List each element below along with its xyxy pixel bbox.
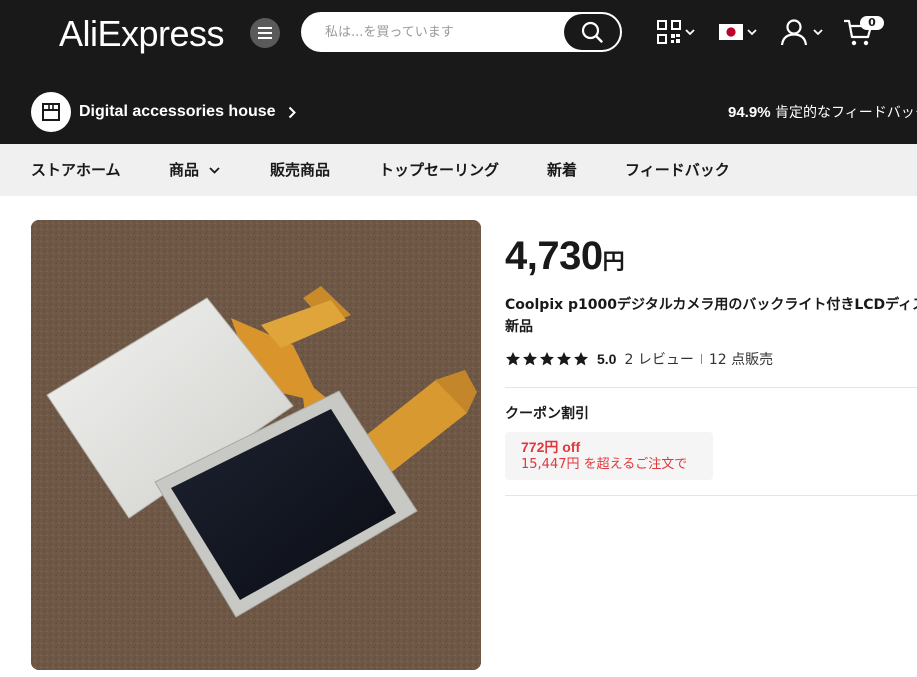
rating-score: 5.0 [597,351,617,367]
category-menu-button[interactable] [250,18,280,48]
japan-flag-icon [719,24,743,40]
product-image[interactable] [31,220,481,670]
coupon-condition: 15,447円 を超えるご注文で [521,457,688,472]
chevron-down-icon [685,28,695,35]
price-currency: 円 [602,250,625,275]
store-logo[interactable] [31,92,71,132]
star-rating [505,351,589,367]
chevron-down-icon [209,166,220,174]
chevron-down-icon [813,28,823,35]
nav-products[interactable]: 商品 [169,144,220,196]
language-selector[interactable] [719,24,757,40]
sold-count: 12 点販売 [708,352,774,368]
qr-code-menu[interactable] [657,20,695,44]
coupon-chip[interactable]: 772円 off 15,447円 を超えるご注文で [505,432,713,480]
rating-row: 5.0 2 レビュー 12 点販売 [505,349,773,369]
section-divider [505,387,917,388]
search-input[interactable] [325,14,555,50]
coupon-discount: 772円 off [521,439,581,455]
lcd-screen-photo [31,220,481,670]
top-header: AliExpress 私は...を買っています 0 Digital access… [0,0,917,144]
store-name-link[interactable]: Digital accessories house [79,102,296,122]
qr-code-icon [657,20,681,44]
user-icon [780,19,808,46]
star-icon [574,352,588,366]
star-icon [540,352,554,366]
hamburger-icon [258,27,272,39]
search-bar [301,12,622,52]
nav-feedback[interactable]: フィードバック [625,144,730,196]
star-icon [557,352,571,366]
divider [700,354,702,364]
product-title: Coolpix p1000デジタルカメラ用のバックライト付きLCDディスプレイ … [505,294,917,338]
aliexpress-logo[interactable]: AliExpress [59,12,225,56]
review-count-link[interactable]: 2 レビュー [624,349,693,369]
feedback-percent: 94.9% [728,104,771,121]
cart-count-badge: 0 [860,16,884,30]
price-amount: 4,730 [505,234,603,278]
store-feedback-rate: 94.9% 肯定的なフィードバック [728,103,917,123]
account-menu[interactable] [779,17,823,47]
star-icon [523,352,537,366]
nav-products-label: 商品 [169,161,200,179]
chevron-right-icon [288,106,296,118]
search-icon [581,21,603,43]
store-name: Digital accessories house [79,103,276,120]
coupon-heading: クーポン割引 [505,406,589,422]
nav-new-arrivals[interactable]: 新着 [547,144,577,196]
section-divider [505,495,917,496]
product-price: 4,730円 [505,234,625,279]
store-nav: ストアホーム 商品 販売商品 トップセーリング 新着 フィードバック [0,144,917,196]
nav-top-selling[interactable]: トップセーリング [379,144,499,196]
product-title-line1: Coolpix p1000デジタルカメラ用のバックライト付きLCDディスプレイ [505,297,917,313]
store-icon [42,103,60,121]
star-icon [506,352,520,366]
search-button[interactable] [564,14,620,50]
feedback-label: 肯定的なフィードバック [775,105,917,121]
chevron-down-icon [747,28,757,35]
nav-store-home[interactable]: ストアホーム [31,144,121,196]
product-title-line2: 新品 [505,319,533,335]
nav-sale-items[interactable]: 販売商品 [270,144,330,196]
